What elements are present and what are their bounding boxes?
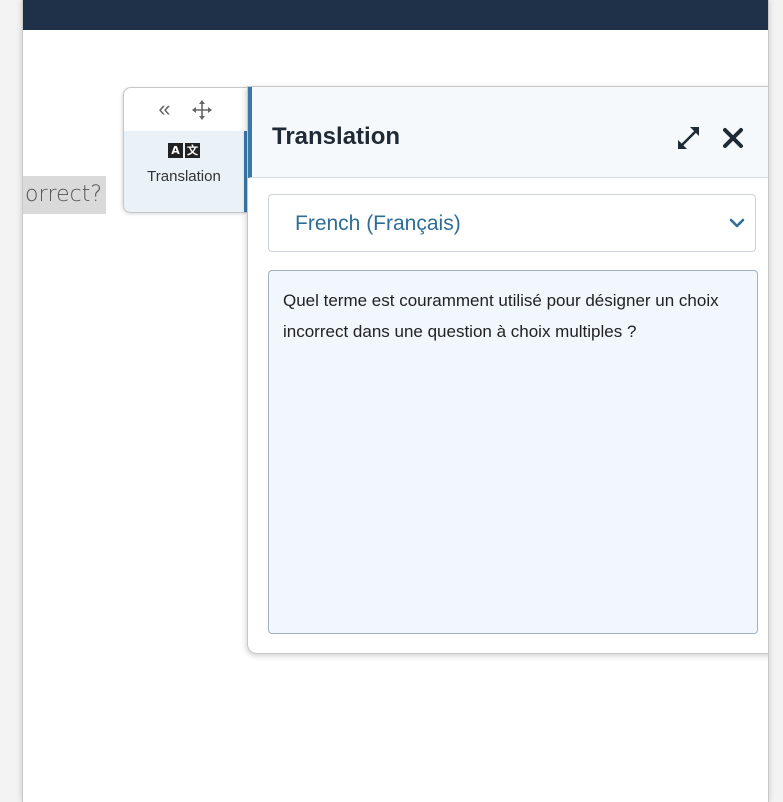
move-icon[interactable] bbox=[191, 97, 213, 120]
tool-tab-controls: « bbox=[124, 88, 247, 130]
translation-panel: Translation French (Français) Quel terme… bbox=[247, 86, 768, 654]
panel-title: Translation bbox=[272, 123, 401, 150]
panel-header: Translation bbox=[248, 87, 768, 178]
language-select-value: French (Français) bbox=[295, 212, 461, 235]
tool-tab-label: Translation bbox=[147, 168, 221, 185]
tool-tab-translation[interactable]: A文 Translation bbox=[124, 131, 247, 212]
chevron-down-icon bbox=[727, 213, 747, 233]
question-text: orrect? bbox=[23, 176, 106, 214]
language-select[interactable]: French (Français) bbox=[268, 194, 756, 252]
app-window: orrect? « A 文 Translation Translation Fr… bbox=[22, 0, 769, 802]
close-icon[interactable] bbox=[718, 121, 748, 155]
translation-output[interactable]: Quel terme est couramment utilisé pour d… bbox=[268, 270, 758, 634]
top-bar bbox=[23, 0, 768, 30]
translate-icon: A文 bbox=[168, 143, 200, 158]
expand-icon[interactable] bbox=[672, 121, 706, 155]
tool-tab: « A文 Translation bbox=[123, 87, 247, 213]
collapse-icon[interactable]: « bbox=[158, 98, 170, 120]
